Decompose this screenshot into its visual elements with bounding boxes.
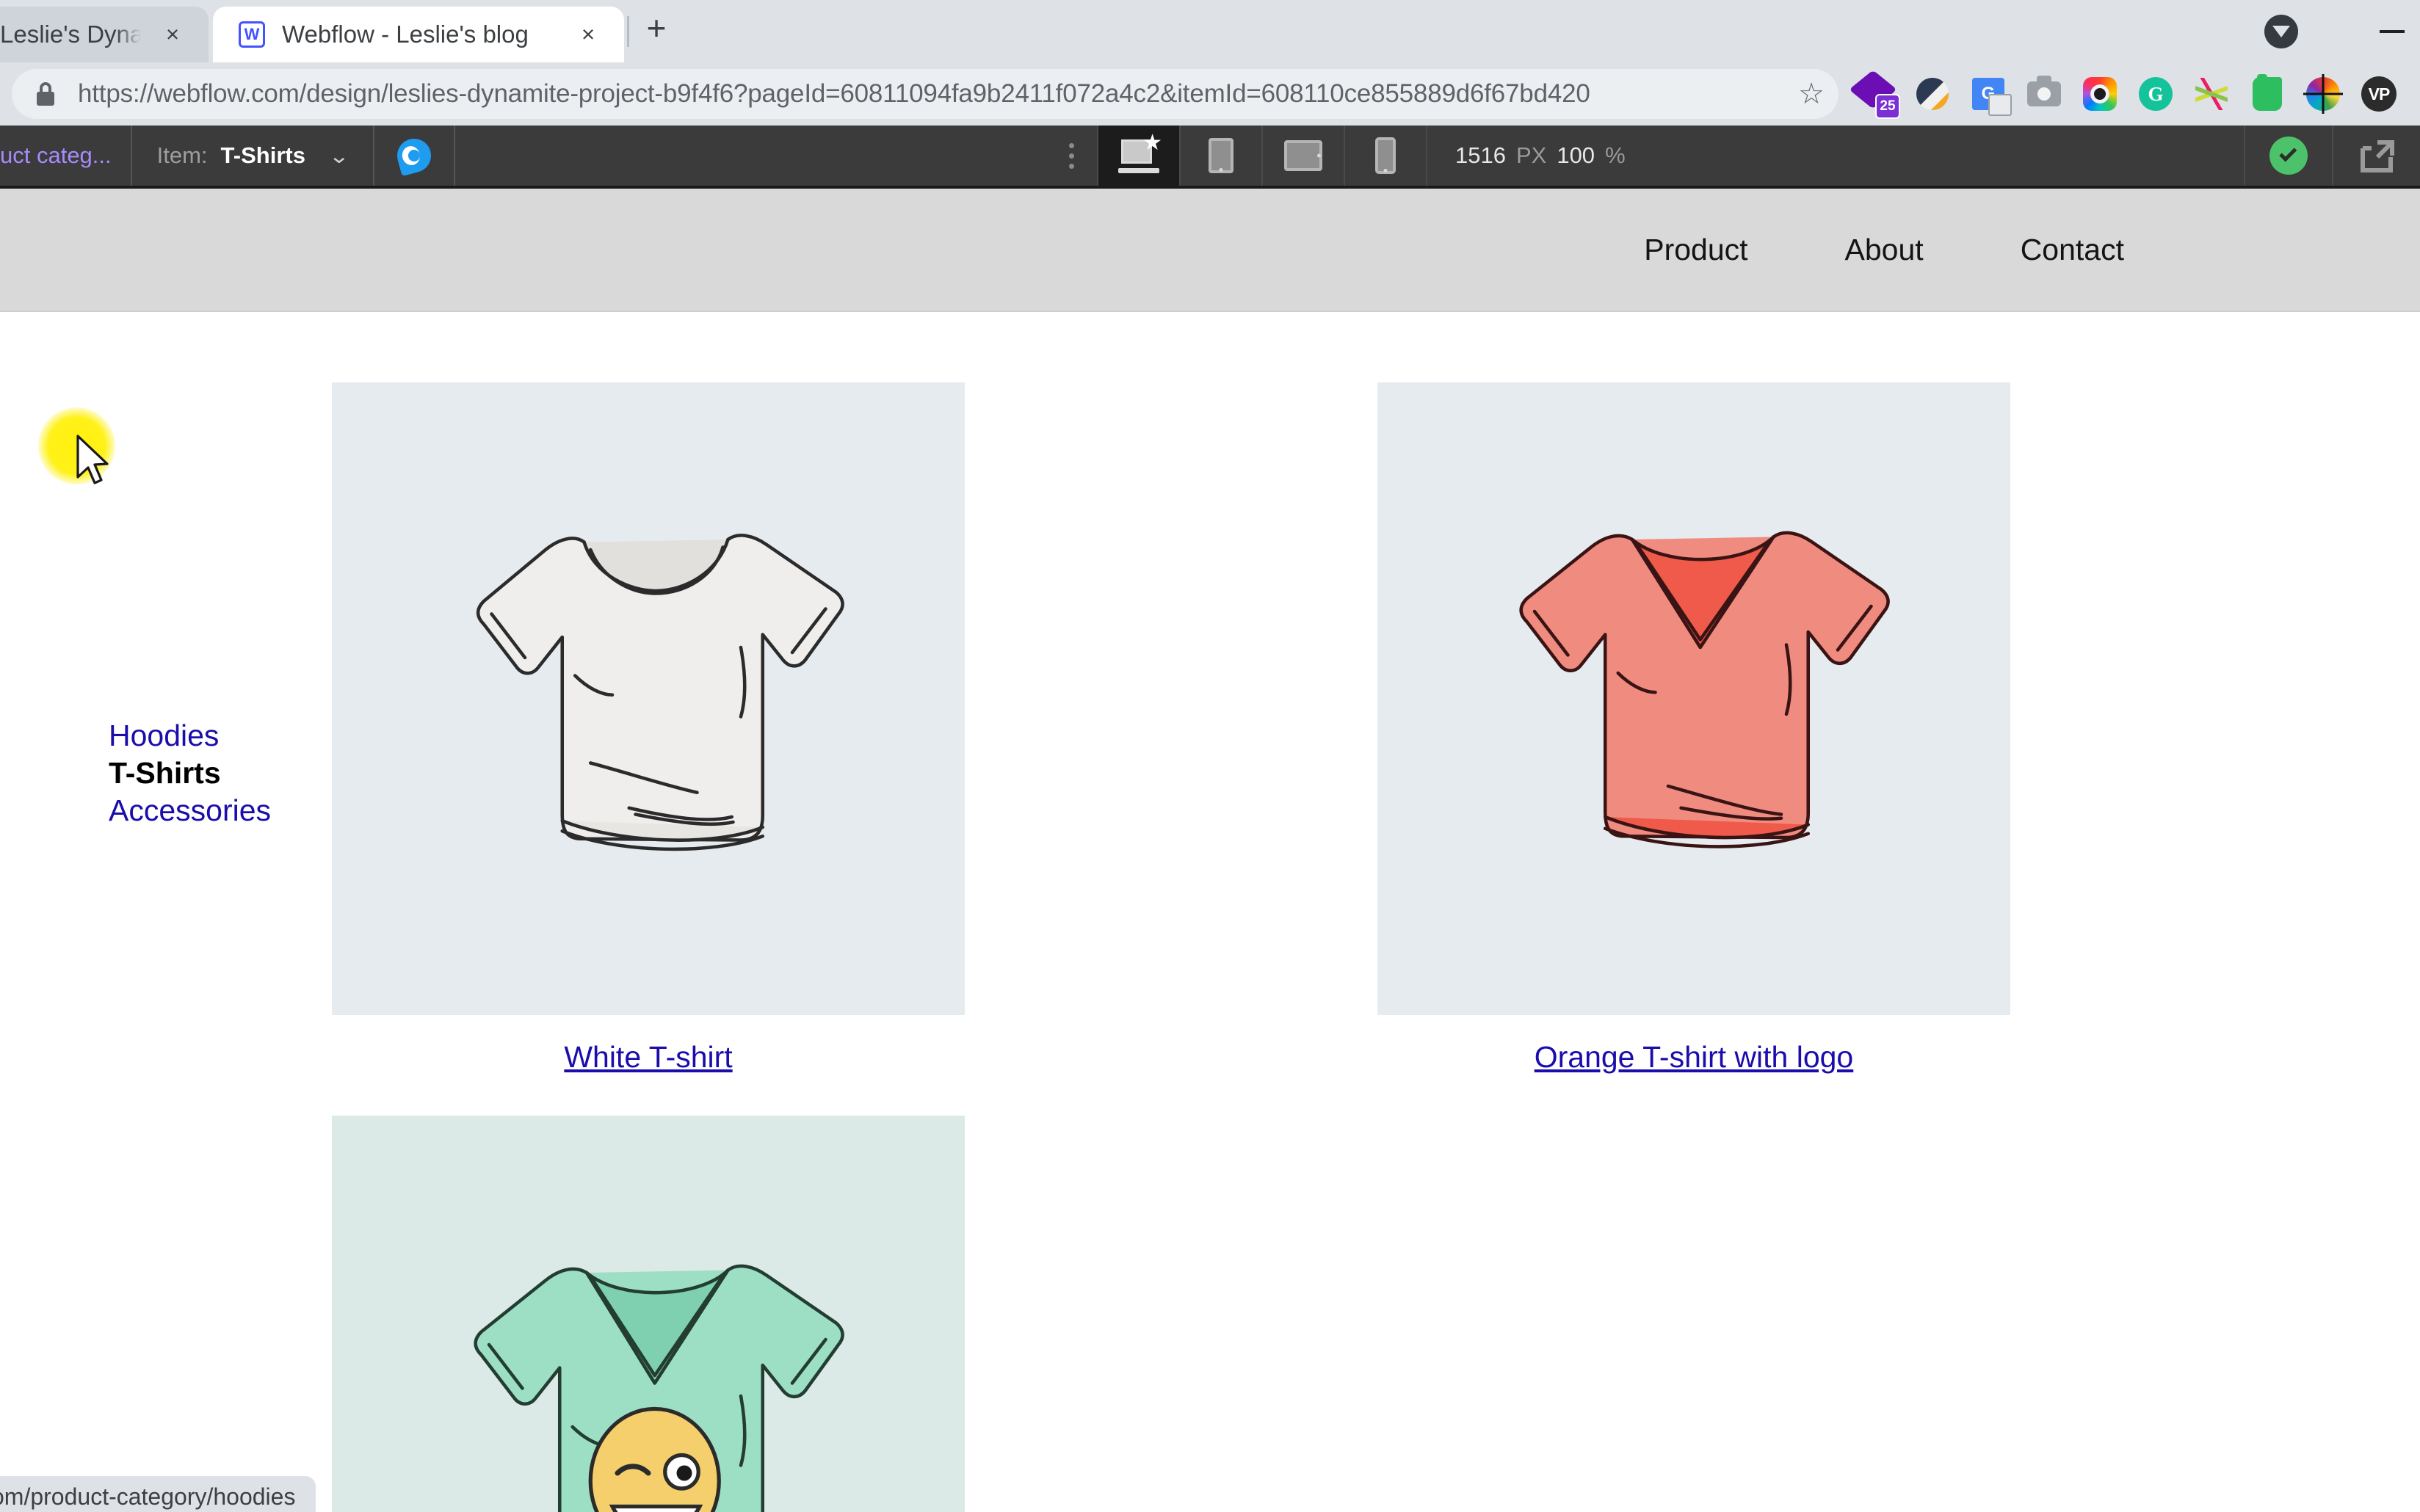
grid-row-spacer — [332, 1075, 965, 1116]
viewport-width-value: 1516 — [1455, 142, 1506, 168]
browser-tab-inactive[interactable]: Leslie's Dynamite P × — [0, 7, 209, 62]
product-image-orange-tshirt[interactable] — [1377, 382, 2010, 1015]
extension-badge-count: 25 — [1875, 94, 1900, 119]
zoom-value: 100 — [1557, 142, 1595, 168]
product-grid: White T-shirt Orange T-shirt with logo — [332, 382, 2420, 1512]
chevron-down-icon: ⌄ — [328, 144, 350, 167]
device-mobile-button[interactable] — [1344, 126, 1426, 186]
tab-close-icon[interactable]: × — [157, 19, 188, 50]
omnibox-row: https://webflow.com/design/leslies-dynam… — [0, 62, 2420, 126]
product-image-mint-tshirt[interactable] — [332, 1116, 965, 1512]
url-text: https://webflow.com/design/leslies-dynam… — [78, 79, 1590, 108]
white-tshirt-illustration — [476, 534, 844, 851]
tab-title: Webflow - Leslie's blog — [282, 21, 529, 48]
link-status-bar: om/product-category/hoodies — [0, 1476, 316, 1512]
share-export-button[interactable] — [2332, 126, 2420, 186]
device-desktop-button[interactable]: ★ — [1097, 126, 1179, 186]
evernote-icon[interactable] — [2239, 66, 2295, 122]
item-label: Item: — [156, 142, 208, 168]
new-tab-button[interactable]: + — [635, 7, 678, 49]
tab-close-icon[interactable]: × — [573, 19, 604, 50]
toolbar-spacer-left — [455, 126, 1046, 186]
product-image-white-tshirt[interactable] — [332, 382, 965, 1015]
download-arrow-icon[interactable] — [2264, 14, 2298, 48]
more-options-icon[interactable] — [1046, 126, 1097, 186]
camera-icon[interactable] — [2016, 66, 2072, 122]
bookmark-star-icon[interactable]: ☆ — [1784, 69, 1838, 119]
save-status-button[interactable] — [2244, 126, 2332, 186]
webflow-favicon-icon: W — [238, 21, 266, 48]
green-check-icon — [2269, 137, 2308, 175]
tab-strip: Leslie's Dynamite P × W Webflow - Leslie… — [0, 0, 2420, 62]
sprout-icon[interactable] — [2184, 66, 2239, 122]
product-caption-link[interactable]: White T-shirt — [332, 1015, 965, 1075]
browser-chrome: Leslie's Dynamite P × W Webflow - Leslie… — [0, 0, 2420, 126]
browser-tab-active[interactable]: W Webflow - Leslie's blog × — [213, 7, 624, 62]
product-card[interactable]: White T-shirt — [332, 382, 965, 1075]
mobile-icon — [1375, 137, 1396, 174]
category-link-accessories[interactable]: Accessories — [109, 792, 332, 829]
category-sidebar: Hoodies T-Shirts Accessories — [0, 189, 332, 1512]
nav-link-about[interactable]: About — [1845, 233, 1924, 267]
tab-title: Leslie's Dynamite P — [0, 21, 141, 48]
orange-vneck-tshirt-illustration — [1519, 531, 1890, 848]
product-card[interactable] — [332, 1116, 965, 1512]
product-card[interactable]: Orange T-shirt with logo — [1377, 382, 2010, 1075]
tablet-landscape-icon — [1284, 140, 1322, 171]
nav-link-product[interactable]: Product — [1644, 233, 1747, 267]
zoom-unit: % — [1605, 142, 1626, 168]
tablet-icon — [1209, 138, 1233, 173]
viewport-dimensions[interactable]: 1516 PX 100 % — [1426, 126, 1653, 186]
item-value: T-Shirts — [220, 142, 305, 168]
viewport-width-unit: PX — [1515, 142, 1547, 168]
grid-row-spacer — [1377, 1075, 2010, 1116]
item-selector-dropdown[interactable]: Item: T-Shirts ⌄ — [132, 126, 374, 186]
window-minimize-button[interactable] — [2364, 0, 2420, 62]
color-wheel-icon[interactable] — [2295, 66, 2351, 122]
desktop-star-icon: ★ — [1118, 132, 1162, 173]
category-list: Hoodies T-Shirts Accessories — [109, 382, 332, 829]
category-link-tshirts[interactable]: T-Shirts — [109, 755, 332, 792]
window-controls — [2264, 0, 2420, 62]
mint-vneck-emoji-tshirt-illustration — [474, 1264, 844, 1512]
link-status-text: om/product-category/hoodies — [0, 1483, 296, 1510]
toolbar-spacer-right — [1653, 126, 2244, 186]
nav-link-contact[interactable]: Contact — [2021, 233, 2124, 267]
yin-yang-icon[interactable] — [1905, 66, 1960, 122]
rainbow-ring-icon[interactable] — [2072, 66, 2128, 122]
extensions-bar: 25 G G VP — [1838, 66, 2407, 122]
device-tablet-landscape-button[interactable] — [1261, 126, 1344, 186]
eye-preview-icon — [393, 134, 435, 177]
purple-diamond-badge-icon[interactable]: 25 — [1849, 66, 1905, 122]
breadcrumb[interactable]: uct categ... — [0, 126, 132, 186]
google-translate-icon[interactable]: G — [1960, 66, 2016, 122]
vp-circle-icon[interactable]: VP — [2351, 66, 2407, 122]
site-body: Hoodies T-Shirts Accessories White T-shi… — [0, 312, 2420, 1512]
designer-canvas: Product About Contact Hoodies T-Shirts A… — [0, 189, 2420, 1512]
category-link-hoodies[interactable]: Hoodies — [109, 717, 332, 755]
webflow-designer-toolbar: uct categ... Item: T-Shirts ⌄ ★ 1516 PX … — [0, 126, 2420, 189]
grammarly-icon[interactable]: G — [2128, 66, 2184, 122]
mouse-cursor-icon — [76, 435, 109, 484]
cursor-highlight — [38, 407, 115, 484]
address-bar[interactable]: https://webflow.com/design/leslies-dynam… — [12, 69, 1838, 119]
site-navbar: Product About Contact — [0, 189, 2420, 312]
product-caption-link[interactable]: Orange T-shirt with logo — [1377, 1015, 2010, 1075]
device-tablet-button[interactable] — [1179, 126, 1261, 186]
preview-toggle-button[interactable] — [374, 126, 455, 186]
tab-divider — [627, 15, 629, 47]
lock-icon — [34, 81, 57, 107]
share-export-icon — [2361, 140, 2394, 172]
